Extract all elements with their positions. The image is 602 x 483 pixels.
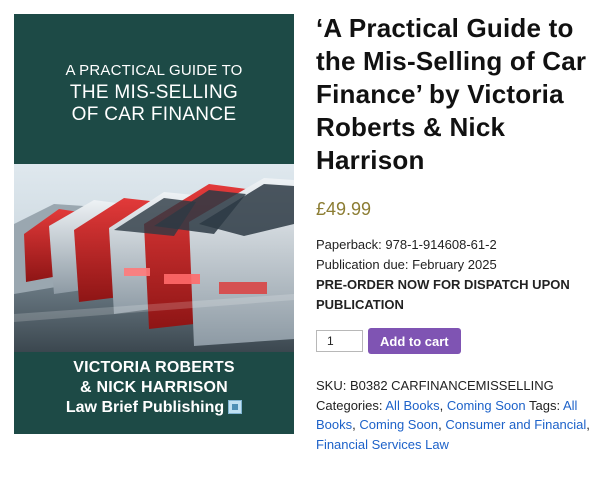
cover-title-line-2: OF CAR FINANCE	[71, 104, 237, 125]
cover-author-line-2: & NICK HARRISON	[80, 379, 228, 396]
tags-label: Tags:	[529, 397, 561, 413]
product-meta: SKU: B0382 CARFINANCEMISSELLING Categori…	[316, 378, 590, 452]
paperback-isbn: Paperback: 978-1-914608-61-2	[316, 237, 497, 252]
book-cover-image[interactable]: A PRACTICAL GUIDE TO THE MIS-SELLING OF …	[14, 14, 294, 434]
product-summary: ‘A Practical Guide to the Mis-Selling of…	[316, 12, 600, 454]
cover-top-line: A PRACTICAL GUIDE TO	[65, 62, 243, 79]
tag-link-coming-soon[interactable]: Coming Soon	[359, 417, 438, 432]
categories-label: Categories:	[316, 397, 383, 413]
category-link-coming-soon[interactable]: Coming Soon	[447, 398, 526, 413]
add-to-cart-form: Add to cart	[316, 328, 600, 354]
cover-title-line-1: THE MIS-SELLING	[69, 82, 239, 103]
sku-label: SKU:	[316, 378, 347, 393]
add-to-cart-button[interactable]: Add to cart	[368, 328, 461, 354]
quantity-input[interactable]	[316, 330, 363, 352]
cover-author-line-1: VICTORIA ROBERTS	[73, 359, 235, 376]
product-price: £49.99	[316, 199, 372, 219]
publication-date: Publication due: February 2025	[316, 257, 497, 272]
cover-publisher-name: Law Brief Publishing	[65, 399, 225, 416]
sku-value: B0382 CARFINANCEMISSELLING	[349, 378, 554, 393]
cover-car-photo	[14, 164, 294, 352]
tag-link-financial-services-law[interactable]: Financial Services Law	[316, 437, 449, 452]
preorder-notice-line-2: PUBLICATION	[316, 297, 404, 312]
preorder-notice-line-1: PRE-ORDER NOW FOR DISPATCH UPON	[316, 277, 570, 292]
product-title: ‘A Practical Guide to the Mis-Selling of…	[316, 13, 587, 175]
cover-publisher: Law Brief Publishing	[14, 399, 294, 417]
tag-link-consumer-and-financial[interactable]: Consumer and Financial	[445, 417, 586, 432]
category-link-all-books[interactable]: All Books	[385, 398, 439, 413]
product-details: Paperback: 978-1-914608-61-2 Publication…	[316, 235, 600, 315]
publisher-logo-icon	[228, 400, 243, 414]
